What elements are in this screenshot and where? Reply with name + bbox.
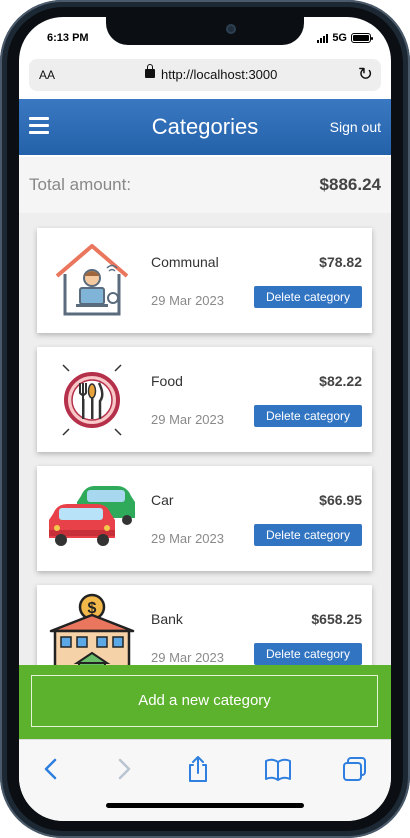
sign-out-link[interactable]: Sign out [330, 119, 381, 135]
add-category-bar: Add a new category [19, 665, 391, 739]
lock-icon [145, 64, 155, 78]
url-text[interactable]: http://localhost:3000 [161, 67, 277, 82]
cars-icon [49, 486, 135, 546]
network-label: 5G [332, 32, 347, 44]
delete-category-button[interactable]: Delete category [254, 643, 362, 665]
bank-icon: $ [49, 593, 135, 665]
delete-category-button[interactable]: Delete category [254, 405, 362, 427]
category-amount: $658.25 [311, 611, 362, 627]
category-card-car[interactable]: Car $66.95 29 Mar 2023 Delete category [37, 466, 372, 571]
phone-screen: 6:13 PM 5G AA http://localhost:3000 ↻ Ca… [19, 17, 391, 821]
status-indicators: 5G [317, 32, 373, 44]
battery-icon [351, 33, 373, 43]
category-date: 29 Mar 2023 [151, 293, 224, 308]
address-bar[interactable]: AA http://localhost:3000 ↻ [29, 59, 381, 91]
restaurant-icon [62, 364, 122, 436]
forward-icon[interactable] [109, 754, 139, 784]
front-camera-icon [226, 24, 236, 34]
category-name: Bank [151, 611, 183, 627]
reload-icon[interactable]: ↻ [358, 64, 373, 85]
status-time: 6:13 PM [47, 32, 89, 44]
category-name: Food [151, 373, 183, 389]
home-indicator[interactable] [106, 803, 304, 808]
category-name: Communal [151, 254, 219, 270]
category-date: 29 Mar 2023 [151, 531, 224, 546]
tabs-icon[interactable] [340, 754, 370, 784]
category-list[interactable]: Communal $78.82 29 Mar 2023 Delete categ… [19, 213, 391, 665]
bookmarks-icon[interactable] [263, 754, 293, 784]
browser-toolbar [19, 739, 391, 821]
category-card-bank[interactable]: $ Bank $658.25 29 Mar 2023 Delete catego… [37, 585, 372, 665]
back-icon[interactable] [36, 754, 66, 784]
category-date: 29 Mar 2023 [151, 650, 224, 665]
signal-icon [317, 33, 329, 43]
home-office-icon [55, 244, 129, 316]
category-amount: $66.95 [319, 492, 362, 508]
delete-category-button[interactable]: Delete category [254, 524, 362, 546]
share-icon[interactable] [183, 754, 213, 784]
delete-category-button[interactable]: Delete category [254, 286, 362, 308]
category-amount: $82.22 [319, 373, 362, 389]
phone-notch [106, 17, 304, 45]
total-row: Total amount: $886.24 [19, 157, 391, 213]
category-card-food[interactable]: Food $82.22 29 Mar 2023 Delete category [37, 347, 372, 452]
total-label: Total amount: [29, 175, 132, 194]
text-size-button[interactable]: AA [39, 68, 55, 82]
add-category-button[interactable]: Add a new category [31, 675, 378, 727]
app-header: Categories Sign out [19, 99, 391, 155]
category-amount: $78.82 [319, 254, 362, 270]
category-card-communal[interactable]: Communal $78.82 29 Mar 2023 Delete categ… [37, 228, 372, 333]
category-name: Car [151, 492, 174, 508]
total-value: $886.24 [319, 175, 381, 194]
category-date: 29 Mar 2023 [151, 412, 224, 427]
